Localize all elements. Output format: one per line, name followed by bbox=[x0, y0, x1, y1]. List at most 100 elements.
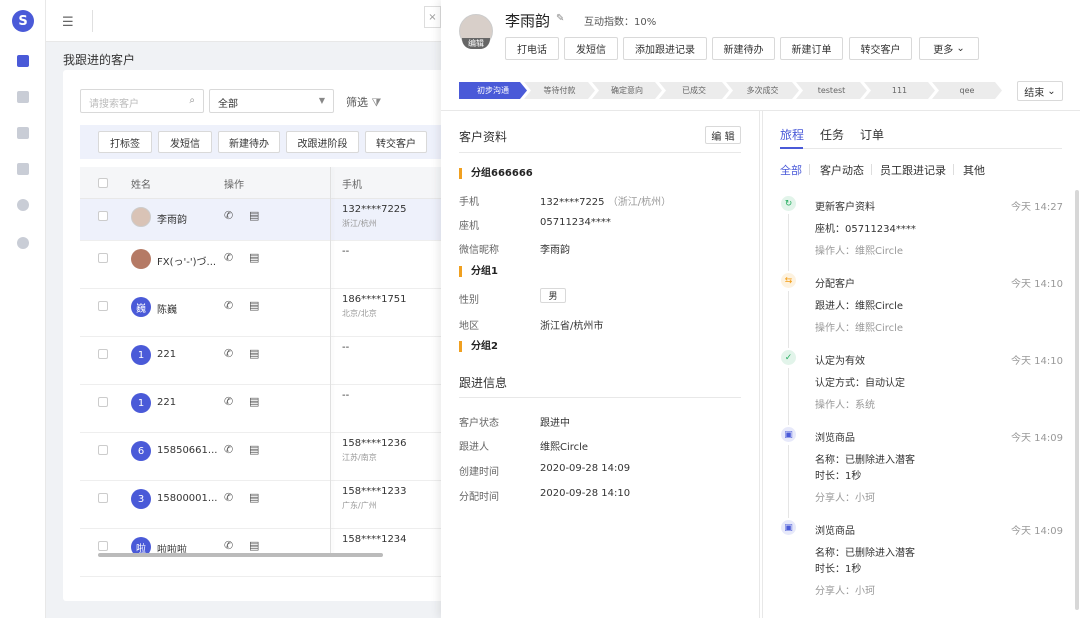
event-time: 今天 14:10 bbox=[1011, 356, 1063, 367]
new-todo-button[interactable]: 新建待办 bbox=[218, 131, 280, 153]
event-detail: 座机：05711234**** bbox=[815, 224, 916, 235]
region-label: 地区 bbox=[459, 321, 479, 332]
stage-step[interactable]: 等待付款 bbox=[524, 82, 595, 99]
phone-icon[interactable]: ✆ bbox=[224, 539, 233, 552]
filter-button[interactable]: 筛选 ⧩ bbox=[346, 94, 381, 110]
call-button[interactable]: 打电话 bbox=[505, 37, 559, 60]
select-all-checkbox[interactable] bbox=[98, 178, 108, 188]
note-icon[interactable]: ▤ bbox=[249, 395, 259, 408]
customer-name-cell[interactable]: 15850661... bbox=[157, 445, 217, 456]
stage-step[interactable]: qee bbox=[932, 82, 1002, 99]
subtab-staff-records[interactable]: 员工跟进记录 bbox=[880, 162, 946, 178]
tab-tasks[interactable]: 任务 bbox=[820, 126, 844, 143]
event-meta: 分享人：小珂 bbox=[815, 586, 875, 597]
event-meta: 操作人：维熙Circle bbox=[815, 323, 904, 334]
column-divider bbox=[762, 110, 763, 618]
group-heading: 分组2 bbox=[459, 341, 498, 352]
vertical-scrollbar[interactable] bbox=[1075, 190, 1079, 610]
event-detail: 时长：1秒 bbox=[815, 471, 862, 482]
add-follow-record-button[interactable]: 添加跟进记录 bbox=[623, 37, 707, 60]
row-checkbox[interactable] bbox=[98, 445, 108, 455]
grid-nav-icon[interactable] bbox=[17, 163, 29, 175]
row-checkbox[interactable] bbox=[98, 349, 108, 359]
event-title: 分配客户 bbox=[815, 279, 855, 290]
sms-button[interactable]: 发短信 bbox=[158, 131, 212, 153]
edit-name-icon[interactable]: ✎ bbox=[556, 13, 564, 24]
tab-orders[interactable]: 订单 bbox=[860, 126, 884, 143]
note-icon[interactable]: ▤ bbox=[249, 209, 259, 222]
send-sms-button[interactable]: 发短信 bbox=[564, 37, 618, 60]
phone-cell: -- bbox=[342, 342, 350, 353]
phone-icon[interactable]: ✆ bbox=[224, 395, 233, 408]
box-nav-icon[interactable] bbox=[17, 91, 29, 103]
frozen-column-divider bbox=[330, 167, 331, 557]
customer-name: 李雨韵 bbox=[505, 12, 551, 30]
stage-step[interactable]: 初步沟通 bbox=[459, 82, 527, 99]
stage-step[interactable]: 111 bbox=[864, 82, 935, 99]
customer-name-cell[interactable]: 陈巍 bbox=[157, 301, 177, 316]
customer-name-cell[interactable]: 15800001... bbox=[157, 493, 217, 504]
row-checkbox[interactable] bbox=[98, 301, 108, 311]
note-icon[interactable]: ▤ bbox=[249, 347, 259, 360]
event-detail: 认定方式：自动认定 bbox=[815, 378, 905, 389]
stage-step[interactable]: 多次成交 bbox=[726, 82, 799, 99]
stage-step[interactable]: testest bbox=[796, 82, 867, 99]
drawer-new-todo-button[interactable]: 新建待办 bbox=[712, 37, 775, 60]
location-cell: 广东/广州 bbox=[342, 501, 377, 510]
horizontal-scrollbar[interactable] bbox=[98, 553, 383, 557]
transfer-button[interactable]: 转交客户 bbox=[365, 131, 427, 153]
note-icon[interactable]: ▤ bbox=[249, 443, 259, 456]
close-drawer-button[interactable]: × bbox=[424, 6, 441, 28]
name-column-header: 姓名 bbox=[131, 180, 151, 191]
gender-label: 性别 bbox=[459, 295, 479, 306]
tab-journey[interactable]: 旅程 bbox=[780, 126, 804, 143]
settings-nav-icon[interactable] bbox=[17, 237, 29, 249]
phone-icon[interactable]: ✆ bbox=[224, 251, 233, 264]
more-button[interactable]: 更多 ⌄ bbox=[919, 37, 979, 60]
note-icon[interactable]: ▤ bbox=[249, 491, 259, 504]
search-input[interactable]: 请搜索客户 ⌕ bbox=[80, 89, 204, 113]
row-checkbox[interactable] bbox=[98, 397, 108, 407]
search-icon: ⌕ bbox=[189, 95, 195, 106]
end-stage-select[interactable]: 结束 ⌄ bbox=[1017, 81, 1063, 101]
row-checkbox[interactable] bbox=[98, 211, 108, 221]
menu-toggle-icon[interactable]: ☰ bbox=[62, 15, 74, 30]
customer-name-cell[interactable]: 221 bbox=[157, 349, 176, 360]
subtab-all[interactable]: 全部 bbox=[780, 162, 802, 178]
new-order-button[interactable]: 新建订单 bbox=[780, 37, 843, 60]
row-checkbox[interactable] bbox=[98, 253, 108, 263]
stage-step[interactable]: 确定意向 bbox=[592, 82, 662, 99]
stage-step[interactable]: 已成交 bbox=[659, 82, 729, 99]
row-checkbox[interactable] bbox=[98, 541, 108, 551]
phone-icon[interactable]: ✆ bbox=[224, 299, 233, 312]
subtab-customer-activity[interactable]: 客户动态 bbox=[820, 162, 864, 178]
document-nav-icon[interactable] bbox=[17, 127, 29, 139]
phone-icon[interactable]: ✆ bbox=[224, 209, 233, 222]
timeline-connector bbox=[788, 445, 789, 518]
customer-name-cell[interactable]: FX(っ'-')づ... bbox=[157, 253, 216, 268]
subtab-other[interactable]: 其他 bbox=[963, 162, 985, 178]
note-icon[interactable]: ▤ bbox=[249, 299, 259, 312]
status-select[interactable]: 全部 ▼ bbox=[209, 89, 334, 113]
app-logo[interactable]: S bbox=[12, 10, 34, 32]
customer-name-cell[interactable]: 221 bbox=[157, 397, 176, 408]
change-stage-button[interactable]: 改跟进阶段 bbox=[286, 131, 359, 153]
location-cell: 北京/北京 bbox=[342, 309, 377, 318]
customer-name-cell[interactable]: 李雨韵 bbox=[157, 211, 187, 226]
phone-icon[interactable]: ✆ bbox=[224, 347, 233, 360]
chart-nav-icon[interactable] bbox=[17, 199, 29, 211]
phone-icon[interactable]: ✆ bbox=[224, 491, 233, 504]
row-checkbox[interactable] bbox=[98, 493, 108, 503]
tag-button[interactable]: 打标签 bbox=[98, 131, 152, 153]
event-meta: 分享人：小珂 bbox=[815, 493, 875, 504]
browse-icon: ▣ bbox=[781, 520, 796, 535]
phone-icon[interactable]: ✆ bbox=[224, 443, 233, 456]
drawer-transfer-button[interactable]: 转交客户 bbox=[849, 37, 912, 60]
note-icon[interactable]: ▤ bbox=[249, 251, 259, 264]
edit-profile-button[interactable]: 编 辑 bbox=[705, 126, 741, 144]
phone-cell: 132****7225 bbox=[342, 204, 407, 215]
avatar bbox=[131, 207, 151, 227]
note-icon[interactable]: ▤ bbox=[249, 539, 259, 552]
assigned-value: 2020-09-28 14:10 bbox=[540, 488, 631, 499]
customers-nav-icon[interactable] bbox=[17, 55, 29, 67]
